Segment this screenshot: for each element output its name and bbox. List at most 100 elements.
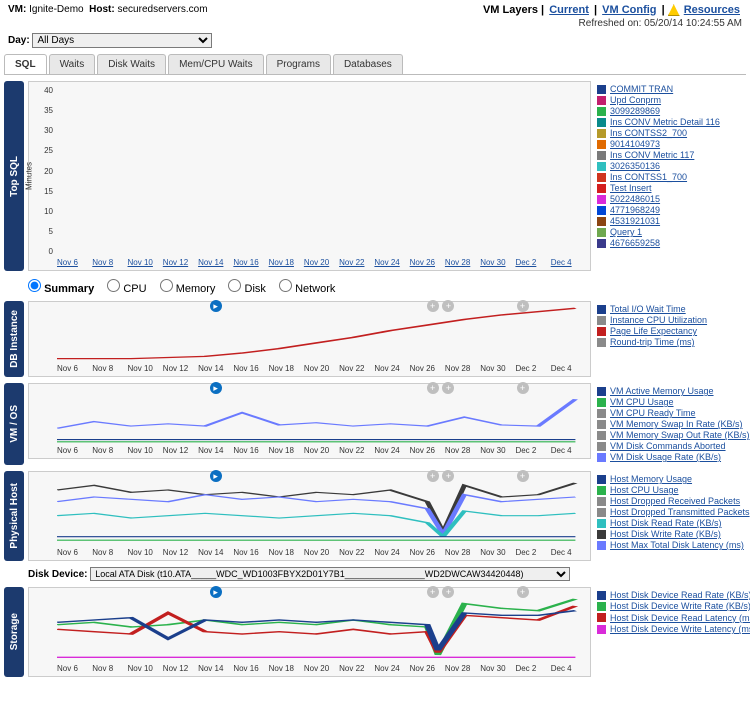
tab-memcpu-waits[interactable]: Mem/CPU Waits	[168, 54, 264, 74]
legend-link[interactable]: Ins CONV Metric 117	[610, 150, 694, 160]
legend-swatch	[597, 613, 606, 622]
legend-item: Host Dropped Received Packets	[597, 496, 746, 506]
storage-legend: Host Disk Device Read Rate (KB/s)Host Di…	[591, 587, 746, 677]
vm-value: Ignite-Demo	[29, 4, 83, 15]
refreshed-value: 05/20/14 10:24:55 AM	[644, 18, 742, 29]
legend-swatch	[597, 387, 606, 396]
vm-layers-label: VM Layers	[483, 4, 538, 16]
side-top-sql: Top SQL	[4, 81, 24, 271]
legend-swatch	[597, 475, 606, 484]
legend-link[interactable]: 5022486015	[610, 194, 660, 204]
tab-databases[interactable]: Databases	[333, 54, 403, 74]
legend-item: VM CPU Ready Time	[597, 408, 746, 418]
legend-item: VM CPU Usage	[597, 397, 746, 407]
side-physical-host: Physical Host	[4, 471, 24, 561]
legend-swatch	[597, 151, 606, 160]
legend-item: VM Disk Usage Rate (KB/s)	[597, 452, 746, 462]
date-link[interactable]: Nov 14	[198, 258, 223, 267]
legend-link[interactable]: VM Memory Swap Out Rate (KB/s)	[610, 430, 750, 440]
link-resources[interactable]: Resources	[684, 4, 740, 16]
legend-item: Ins CONTSS1_700	[597, 172, 746, 182]
side-vm-os: VM / OS	[4, 383, 24, 465]
date-link[interactable]: Nov 28	[445, 258, 470, 267]
legend-link[interactable]: Ins CONV Metric Detail 116	[610, 117, 720, 127]
legend-link[interactable]: 4676659258	[610, 238, 660, 248]
legend-link[interactable]: Ins CONTSS2_700	[610, 128, 687, 138]
date-link[interactable]: Nov 12	[163, 258, 188, 267]
legend-item: Host Disk Write Rate (KB/s)	[597, 529, 746, 539]
date-link[interactable]: Nov 8	[92, 258, 113, 267]
legend-item: Total I/O Wait Time	[597, 304, 746, 314]
legend-link[interactable]: Total I/O Wait Time	[610, 304, 686, 314]
tab-programs[interactable]: Programs	[266, 54, 331, 74]
legend-link[interactable]: Host Disk Device Write Rate (KB/s)	[610, 601, 750, 611]
legend-link[interactable]: Query 1	[610, 227, 642, 237]
legend-link[interactable]: Host Disk Device Read Rate (KB/s)	[610, 590, 750, 600]
legend-link[interactable]: Instance CPU Utilization	[610, 315, 707, 325]
radio-cpu[interactable]: CPU	[107, 283, 146, 295]
legend-link[interactable]: VM Disk Commands Aborted	[610, 441, 726, 451]
tab-disk-waits[interactable]: Disk Waits	[97, 54, 166, 74]
legend-swatch	[597, 508, 606, 517]
side-db-instance: DB Instance	[4, 301, 24, 377]
legend-link[interactable]: Host Disk Read Rate (KB/s)	[610, 518, 722, 528]
radio-disk[interactable]: Disk	[228, 283, 265, 295]
legend-swatch	[597, 195, 606, 204]
day-select[interactable]: All Days	[32, 33, 212, 48]
date-link[interactable]: Nov 18	[269, 258, 294, 267]
host-label: Host:	[89, 4, 115, 15]
legend-link[interactable]: Host Dropped Transmitted Packets	[610, 507, 750, 517]
legend-link[interactable]: Ins CONTSS1_700	[610, 172, 687, 182]
date-link[interactable]: Nov 30	[480, 258, 505, 267]
date-link[interactable]: Nov 10	[128, 258, 153, 267]
legend-item: Test Insert	[597, 183, 746, 193]
legend-item: 4771968249	[597, 205, 746, 215]
legend-swatch	[597, 541, 606, 550]
radio-memory[interactable]: Memory	[160, 283, 216, 295]
tab-sql[interactable]: SQL	[4, 54, 47, 74]
legend-link[interactable]: Page Life Expectancy	[610, 326, 697, 336]
legend-link[interactable]: Host Disk Write Rate (KB/s)	[610, 529, 721, 539]
legend-link[interactable]: 3099289869	[610, 106, 660, 116]
legend-link[interactable]: Host CPU Usage	[610, 485, 679, 495]
legend-link[interactable]: VM Disk Usage Rate (KB/s)	[610, 452, 721, 462]
legend-item: Host Disk Device Write Latency (ms)	[597, 624, 746, 634]
legend-link[interactable]: Host Dropped Received Packets	[610, 496, 740, 506]
date-link[interactable]: Nov 22	[339, 258, 364, 267]
legend-link[interactable]: Round-trip Time (ms)	[610, 337, 695, 347]
legend-link[interactable]: 9014104973	[610, 139, 660, 149]
link-current[interactable]: Current	[549, 4, 589, 16]
legend-swatch	[597, 305, 606, 314]
legend-link[interactable]: 3026350136	[610, 161, 660, 171]
legend-link[interactable]: VM CPU Usage	[610, 397, 674, 407]
radio-summary[interactable]: Summary	[28, 283, 94, 295]
date-link[interactable]: Nov 20	[304, 258, 329, 267]
link-vm-config[interactable]: VM Config	[602, 4, 656, 16]
date-link[interactable]: Nov 26	[410, 258, 435, 267]
legend-link[interactable]: Test Insert	[610, 183, 652, 193]
legend-link[interactable]: Host Memory Usage	[610, 474, 692, 484]
legend-link[interactable]: Host Max Total Disk Latency (ms)	[610, 540, 744, 550]
legend-link[interactable]: Upd Conprm	[610, 95, 661, 105]
legend-link[interactable]: VM Active Memory Usage	[610, 386, 714, 396]
legend-link[interactable]: Host Disk Device Read Latency (ms)	[610, 613, 750, 623]
legend-link[interactable]: 4771968249	[610, 205, 660, 215]
tab-waits[interactable]: Waits	[49, 54, 96, 74]
date-link[interactable]: Nov 16	[233, 258, 258, 267]
legend-item: Ins CONV Metric Detail 116	[597, 117, 746, 127]
legend-link[interactable]: VM CPU Ready Time	[610, 408, 696, 418]
date-link[interactable]: Dec 2	[515, 258, 536, 267]
legend-link[interactable]: Host Disk Device Write Latency (ms)	[610, 624, 750, 634]
date-link[interactable]: Dec 4	[551, 258, 572, 267]
date-link[interactable]: Nov 6	[57, 258, 78, 267]
legend-link[interactable]: COMMIT TRAN	[610, 84, 673, 94]
legend-link[interactable]: 4531921031	[610, 216, 660, 226]
legend-item: Query 1	[597, 227, 746, 237]
date-link[interactable]: Nov 24	[374, 258, 399, 267]
legend-swatch	[597, 486, 606, 495]
disk-device-select[interactable]: Local ATA Disk (t10.ATA_____WDC_WD1003FB…	[90, 567, 570, 581]
top-sql-legend: COMMIT TRANUpd Conprm3099289869Ins CONV …	[591, 81, 746, 271]
radio-network[interactable]: Network	[279, 283, 335, 295]
legend-link[interactable]: VM Memory Swap In Rate (KB/s)	[610, 419, 743, 429]
legend-item: Page Life Expectancy	[597, 326, 746, 336]
